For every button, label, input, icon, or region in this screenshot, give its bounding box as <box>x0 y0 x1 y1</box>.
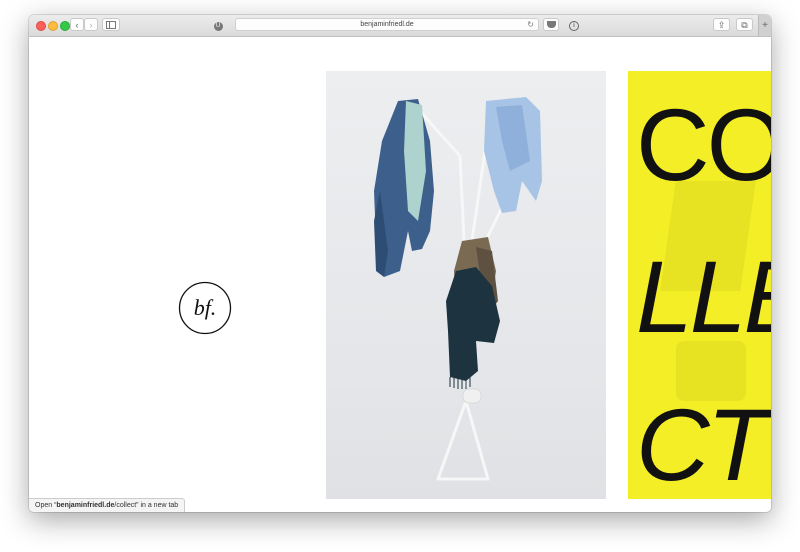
address-bar[interactable]: benjaminfriedl.de ↻ <box>235 18 539 31</box>
page-content: bf. CO LL CT Open “benjaminfriedl.de/col… <box>29 37 771 512</box>
chevron-left-icon: ‹ <box>75 20 79 30</box>
status-suffix: ” in a new tab <box>136 502 179 509</box>
status-prefix: Open “ <box>35 502 57 509</box>
coat-rack-photo[interactable] <box>326 71 606 499</box>
chevron-right-icon: › <box>89 20 93 30</box>
status-link-path: /collect <box>114 502 137 509</box>
url-text: benjaminfriedl.de <box>360 21 414 28</box>
show-tabs-button[interactable]: ⧉ <box>736 18 753 31</box>
status-bar: Open “benjaminfriedl.de/collect” in a ne… <box>29 498 186 512</box>
collect-panel[interactable]: CO LLE CT <box>628 71 771 499</box>
collect-word-3: CT <box>636 388 769 499</box>
status-link-host: benjaminfriedl.de <box>56 502 115 509</box>
browser-window: ‹ › U benjaminfriedl.de ↻ i ⇪ ⧉ + bf. CO… <box>29 15 771 512</box>
pocket-button[interactable] <box>543 18 559 31</box>
logo-text: bf. <box>194 295 217 320</box>
zoom-window-button[interactable] <box>60 21 70 31</box>
logo-mark: bf. <box>178 281 232 335</box>
collect-word-1: CO <box>636 88 771 202</box>
info-icon: i <box>569 21 579 31</box>
share-button[interactable]: ⇪ <box>713 18 730 31</box>
pocket-icon <box>546 21 556 28</box>
back-button[interactable]: ‹ <box>70 18 84 31</box>
plus-icon: + <box>762 20 768 31</box>
tabs-icon: ⧉ <box>741 20 748 30</box>
site-logo[interactable]: bf. <box>178 281 232 335</box>
minimize-window-button[interactable] <box>48 21 58 31</box>
info-button[interactable]: i <box>566 18 582 31</box>
browser-toolbar: ‹ › U benjaminfriedl.de ↻ i ⇪ ⧉ + <box>29 15 771 37</box>
forward-button[interactable]: › <box>84 18 98 31</box>
extension-button[interactable]: U <box>211 18 225 31</box>
sidebar-toggle-button[interactable] <box>102 18 120 31</box>
reload-icon[interactable]: ↻ <box>527 19 534 31</box>
collect-word-2: LLE <box>636 240 771 354</box>
extension-icon: U <box>213 22 223 31</box>
sidebar-icon <box>106 21 116 29</box>
new-tab-button[interactable]: + <box>758 15 771 36</box>
share-icon: ⇪ <box>717 20 726 30</box>
coat-rack-image <box>374 97 542 481</box>
close-window-button[interactable] <box>36 21 46 31</box>
